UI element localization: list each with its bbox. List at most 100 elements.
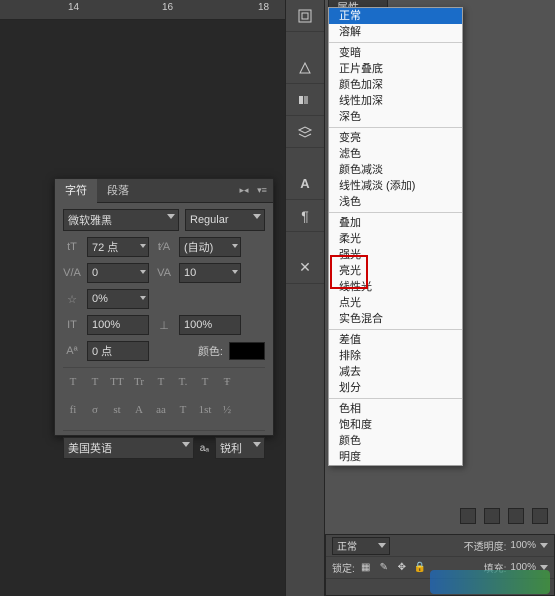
- layer-blend-select[interactable]: 正常: [332, 537, 390, 555]
- adjustment-icon[interactable]: [532, 508, 548, 524]
- tracking-input[interactable]: 10: [179, 263, 241, 283]
- blend-mode-item[interactable]: 饱和度: [329, 417, 462, 433]
- leading-icon: t⁄A: [155, 238, 173, 256]
- tracking-icon: VA: [155, 264, 173, 282]
- blend-mode-item[interactable]: 溶解: [329, 24, 462, 40]
- font-style-select[interactable]: Regular: [185, 209, 265, 231]
- scale-h-icon: ⊥: [155, 316, 173, 334]
- blend-mode-item[interactable]: 实色混合: [329, 311, 462, 327]
- lock-transparency-icon[interactable]: ▦: [359, 561, 373, 575]
- brush-icon[interactable]: [286, 52, 324, 84]
- type-style-button[interactable]: ½: [217, 400, 237, 420]
- fill-value[interactable]: 100%: [510, 562, 536, 573]
- type-style-button[interactable]: st: [107, 400, 127, 420]
- link-icon[interactable]: [460, 508, 476, 524]
- paragraph-icon[interactable]: ¶: [286, 200, 324, 232]
- panel-menu-icon[interactable]: ▾≡: [255, 184, 269, 198]
- color-swatch[interactable]: [229, 342, 265, 360]
- type-style-button[interactable]: 1st: [195, 400, 215, 420]
- baseline-shift-input[interactable]: 0 点: [87, 341, 149, 361]
- blend-mode-item[interactable]: 浅色: [329, 194, 462, 210]
- history-icon[interactable]: [286, 0, 324, 32]
- menu-separator: [329, 212, 462, 213]
- menu-separator: [329, 329, 462, 330]
- tab-character[interactable]: 字符: [55, 179, 97, 203]
- type-style-button[interactable]: fi: [63, 400, 83, 420]
- kerning-icon: V/A: [63, 264, 81, 282]
- blend-mode-item[interactable]: 点光: [329, 295, 462, 311]
- blend-mode-item[interactable]: 线性减淡 (添加): [329, 178, 462, 194]
- blend-mode-item[interactable]: 划分: [329, 380, 462, 396]
- color-label: 颜色:: [198, 343, 223, 359]
- blend-mode-item[interactable]: 色相: [329, 401, 462, 417]
- leading-input[interactable]: (自动): [179, 237, 241, 257]
- menu-separator: [329, 42, 462, 43]
- blend-mode-item[interactable]: 线性加深: [329, 93, 462, 109]
- baseline-icon: ☆: [63, 290, 81, 308]
- opacity-value[interactable]: 100%: [510, 540, 536, 551]
- type-style-button[interactable]: T: [173, 400, 193, 420]
- type-style-button[interactable]: Tr: [129, 372, 149, 392]
- menu-separator: [329, 398, 462, 399]
- scale-v-input[interactable]: 100%: [87, 315, 149, 335]
- mask-icon[interactable]: [484, 508, 500, 524]
- ruler-horizontal: 14 16 18: [0, 0, 285, 20]
- lock-paint-icon[interactable]: ✎: [377, 561, 391, 575]
- font-size-icon: tT: [63, 238, 81, 256]
- type-style-button[interactable]: T: [195, 372, 215, 392]
- aa-label: aₐ: [200, 443, 209, 454]
- blend-mode-item[interactable]: 滤色: [329, 146, 462, 162]
- blend-mode-item[interactable]: 差值: [329, 332, 462, 348]
- kerning-input[interactable]: 0: [87, 263, 149, 283]
- character-icon[interactable]: A: [286, 168, 324, 200]
- type-style-row2: fiσstAaaT1st½: [63, 396, 265, 424]
- type-style-button[interactable]: A: [129, 400, 149, 420]
- right-dock: A ¶ ✕: [285, 0, 325, 596]
- language-select[interactable]: 美国英语: [63, 437, 194, 459]
- blend-mode-item[interactable]: 线性光: [329, 279, 462, 295]
- swatches-icon[interactable]: [286, 84, 324, 116]
- type-style-button[interactable]: T: [63, 372, 83, 392]
- blend-mode-item[interactable]: 正常: [329, 8, 462, 24]
- ruler-mark: 18: [258, 2, 269, 13]
- blend-mode-item[interactable]: 叠加: [329, 215, 462, 231]
- blend-mode-item[interactable]: 排除: [329, 348, 462, 364]
- blend-mode-item[interactable]: 强光: [329, 247, 462, 263]
- baseline-shift-icon: Aª: [63, 342, 81, 360]
- blend-mode-item[interactable]: 深色: [329, 109, 462, 125]
- blend-mode-item[interactable]: 颜色减淡: [329, 162, 462, 178]
- panel-action-icons: [460, 508, 555, 524]
- blend-mode-item[interactable]: 变暗: [329, 45, 462, 61]
- layers-icon[interactable]: [286, 116, 324, 148]
- folder-icon[interactable]: [508, 508, 524, 524]
- type-style-button[interactable]: Ŧ: [217, 372, 237, 392]
- menu-separator: [329, 127, 462, 128]
- type-style-button[interactable]: T: [151, 372, 171, 392]
- scale-h-input[interactable]: 100%: [179, 315, 241, 335]
- fill-label: 填充:: [484, 560, 507, 575]
- font-size-input[interactable]: 72 点: [87, 237, 149, 257]
- blend-mode-dropdown[interactable]: 正常溶解变暗正片叠底颜色加深线性加深深色变亮滤色颜色减淡线性减淡 (添加)浅色叠…: [328, 7, 463, 466]
- antialias-select[interactable]: 锐利: [215, 437, 265, 459]
- type-style-button[interactable]: TT: [107, 372, 127, 392]
- blend-mode-item[interactable]: 亮光: [329, 263, 462, 279]
- baseline-input[interactable]: 0%: [87, 289, 149, 309]
- type-style-button[interactable]: aa: [151, 400, 171, 420]
- character-panel: 字符 段落 ▸◂ ▾≡ 微软雅黑 Regular tT 72 点 t⁄A (自动…: [54, 178, 274, 436]
- blend-mode-item[interactable]: 正片叠底: [329, 61, 462, 77]
- font-family-select[interactable]: 微软雅黑: [63, 209, 179, 231]
- type-style-button[interactable]: T.: [173, 372, 193, 392]
- adjustments-icon[interactable]: ✕: [286, 252, 324, 284]
- lock-position-icon[interactable]: ✥: [395, 561, 409, 575]
- collapse-icon[interactable]: ▸◂: [237, 184, 251, 198]
- blend-mode-item[interactable]: 明度: [329, 449, 462, 465]
- blend-mode-item[interactable]: 柔光: [329, 231, 462, 247]
- type-style-button[interactable]: T: [85, 372, 105, 392]
- type-style-button[interactable]: σ: [85, 400, 105, 420]
- lock-all-icon[interactable]: 🔒: [413, 561, 427, 575]
- blend-mode-item[interactable]: 变亮: [329, 130, 462, 146]
- blend-mode-item[interactable]: 颜色加深: [329, 77, 462, 93]
- blend-mode-item[interactable]: 减去: [329, 364, 462, 380]
- blend-mode-item[interactable]: 颜色: [329, 433, 462, 449]
- tab-paragraph[interactable]: 段落: [97, 179, 139, 203]
